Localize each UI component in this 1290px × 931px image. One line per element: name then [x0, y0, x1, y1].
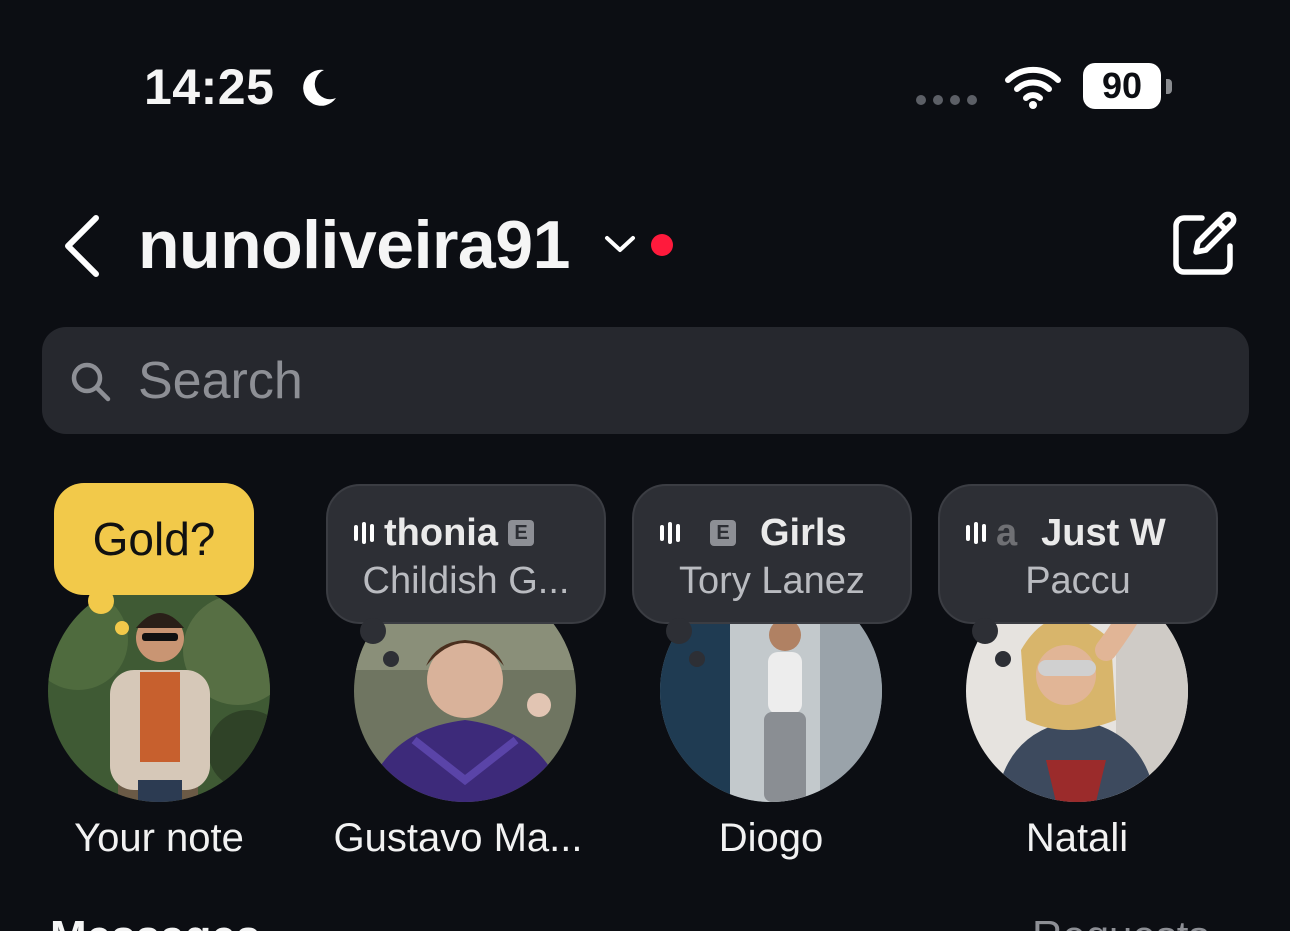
battery-level: 90 [1083, 63, 1161, 109]
search-input[interactable] [138, 348, 1138, 414]
moon-icon [303, 69, 336, 106]
note-bubble-tail [88, 588, 114, 614]
note-name-gustavo: Gustavo Ma... [333, 816, 583, 860]
note-song-title: Just W [1041, 512, 1166, 554]
note-song-artist: Paccu [1025, 560, 1131, 602]
status-time: 14:25 [144, 59, 275, 115]
note-name-diogo: Diogo [718, 816, 824, 860]
audio-bars-icon [966, 522, 986, 544]
note-name-natali: Natali [1025, 816, 1129, 860]
wifi-icon [1005, 66, 1061, 109]
note-bubble-tail [972, 618, 998, 644]
back-arrow-icon[interactable] [62, 214, 102, 278]
note-song-prefix-fade: a [996, 512, 1018, 554]
explicit-icon: E [507, 520, 534, 546]
audio-bars-icon [660, 522, 680, 544]
audio-bars-icon [354, 522, 374, 544]
explicit-icon: E [710, 520, 736, 546]
note-bubble-tail [995, 651, 1011, 667]
search-icon [71, 362, 111, 402]
note-bubble-tail [689, 651, 705, 667]
note-song-artist: Tory Lanez [679, 560, 865, 602]
note-song-artist: Childish G... [362, 560, 570, 602]
battery-nub [1166, 79, 1172, 94]
cellular-signal-icon [916, 95, 977, 105]
chevron-down-icon[interactable] [604, 234, 636, 254]
music-note-bubble-diogo[interactable]: E Girls Tory Lanez [632, 484, 912, 624]
note-bubble-tail [115, 621, 129, 635]
note-song-title: thonia [384, 512, 498, 554]
note-bubble-your-note[interactable]: Gold? [54, 483, 254, 595]
note-bubble-tail [666, 618, 692, 644]
requests-link[interactable]: Requests [1032, 912, 1209, 931]
account-name[interactable]: nunoliveira91 [138, 206, 570, 284]
note-bubble-tail [383, 651, 399, 667]
compose-icon[interactable] [1170, 208, 1240, 278]
note-bubble-tail [360, 618, 386, 644]
note-song-title: Girls [760, 512, 847, 554]
notification-dot [651, 234, 673, 256]
music-note-bubble-natali[interactable]: a Just W Paccu [938, 484, 1218, 624]
messages-heading: Messages [50, 912, 260, 931]
avatar-your-note[interactable] [48, 580, 270, 802]
music-note-bubble-gustavo[interactable]: thonia E Childish G... [326, 484, 606, 624]
note-name-your-note: Your note [74, 816, 244, 860]
